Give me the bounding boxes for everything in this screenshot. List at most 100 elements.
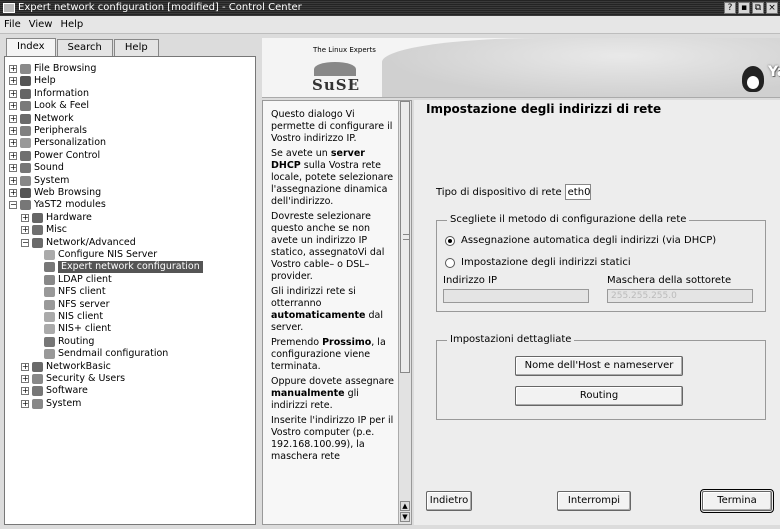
tree-item[interactable]: Routing (33, 336, 94, 348)
tree-item[interactable]: + Software (21, 385, 88, 397)
expand-icon[interactable]: + (9, 65, 17, 73)
radio-static[interactable]: Impostazione degli indirizzi statici (445, 257, 631, 268)
tree-item[interactable]: Sendmail configuration (33, 348, 168, 360)
expand-icon[interactable]: + (9, 127, 17, 135)
expand-icon[interactable]: + (21, 375, 29, 383)
tree-item-label: Network/Advanced (46, 236, 136, 248)
routing-button[interactable]: Routing (515, 386, 683, 406)
back-button[interactable]: Indietro (426, 491, 472, 511)
tree-item[interactable]: + File Browsing (9, 63, 96, 75)
module-icon (44, 324, 55, 335)
tree-item-label: NetworkBasic (46, 360, 111, 372)
expand-icon[interactable]: + (21, 226, 29, 235)
abort-button[interactable]: Interrompi (557, 491, 631, 511)
expand-icon[interactable]: + (9, 176, 17, 185)
scrollbar-thumb[interactable] (400, 101, 410, 373)
tree-item-label: Software (46, 385, 88, 397)
module-icon (20, 188, 31, 198)
expand-icon[interactable]: + (9, 151, 17, 160)
tree-item[interactable]: NFS server (33, 299, 110, 311)
menu-help[interactable]: Help (60, 19, 83, 30)
tree-item-label: Hardware (46, 211, 92, 223)
menu-file[interactable]: File (4, 19, 21, 30)
window-titlebar[interactable]: Expert network configuration [modified] … (0, 0, 780, 16)
tree-item-label: System (46, 397, 82, 409)
module-icon (20, 200, 31, 211)
menu-view[interactable]: View (29, 19, 53, 30)
expand-icon[interactable]: + (21, 387, 29, 396)
tree-item[interactable]: LDAP client (33, 274, 112, 286)
tree-item[interactable]: NIS client (33, 311, 103, 323)
tree-item-label: Sound (34, 162, 64, 174)
tree-item-label: LDAP client (58, 273, 112, 285)
expand-icon[interactable]: + (21, 399, 29, 408)
tree-item[interactable]: + System (9, 175, 69, 187)
tree-item[interactable]: + System (21, 398, 81, 410)
tree-item-label: NIS+ client (58, 323, 112, 335)
help-scrollbar[interactable]: ▲ ▼ (398, 101, 411, 524)
expand-icon[interactable]: + (21, 213, 29, 222)
tree-item[interactable]: + Hardware (21, 212, 92, 224)
tree-item-label: Expert network configuration (58, 261, 203, 274)
tree-item[interactable]: + Peripherals (9, 125, 87, 137)
tab-help[interactable]: Help (113, 39, 159, 56)
maximize-button[interactable]: ⧉ (752, 2, 764, 14)
tree-item[interactable]: + Network (9, 113, 74, 125)
tree-item[interactable]: NIS+ client (33, 323, 111, 335)
tree-item[interactable]: − Network/Advanced (21, 237, 136, 249)
module-tree[interactable]: + File Browsing + Help + Information + Look & F… (4, 56, 256, 525)
suse-logo: SuSE (310, 62, 362, 94)
minimize-button[interactable]: ▪ (738, 2, 750, 14)
tab-search[interactable]: Search (56, 39, 113, 56)
suse-logo-text: SuSE (312, 76, 361, 94)
hostname-nameserver-button[interactable]: Nome dell'Host e nameserver (515, 356, 683, 376)
module-icon (44, 349, 55, 360)
expand-icon[interactable]: + (9, 164, 17, 173)
tree-item-label: NIS client (58, 311, 104, 322)
help-paragraph: Questo dialogo Vi permette di configurar… (271, 109, 393, 144)
tree-item[interactable]: Configure NIS Server (33, 249, 157, 261)
tree-item[interactable]: NFS client (33, 286, 106, 298)
tree-item[interactable]: Expert network configuration (33, 261, 203, 274)
tree-item[interactable]: + Security & Users (21, 373, 125, 385)
collapse-icon[interactable]: − (21, 238, 29, 247)
tree-item[interactable]: + Look & Feel (9, 100, 89, 112)
help-window-button[interactable]: ? (724, 2, 736, 14)
close-button[interactable]: × (766, 2, 778, 14)
collapse-icon[interactable]: − (9, 201, 17, 210)
scroll-up-icon[interactable]: ▲ (400, 501, 410, 511)
tree-item[interactable]: + Web Browsing (9, 187, 101, 199)
tree-item[interactable]: + Personalization (9, 137, 106, 149)
tree-item-label: Routing (58, 335, 95, 347)
module-icon (44, 287, 55, 298)
tree-item[interactable]: + Misc (21, 224, 67, 236)
expand-icon[interactable]: + (9, 89, 17, 98)
tree-item[interactable]: − YaST2 modules (9, 199, 106, 211)
module-icon (32, 386, 43, 397)
expand-icon[interactable]: + (9, 189, 17, 197)
scroll-down-icon[interactable]: ▼ (400, 512, 410, 522)
expand-icon[interactable]: + (9, 102, 17, 111)
expand-icon[interactable]: + (21, 362, 29, 371)
tree-item[interactable]: + NetworkBasic (21, 361, 111, 373)
netmask-field[interactable]: 255.255.255.0 (607, 289, 753, 303)
expand-icon[interactable]: + (9, 139, 17, 148)
expand-icon[interactable]: + (9, 114, 17, 123)
tree-item-label: Sendmail configuration (58, 348, 169, 360)
module-icon (32, 212, 43, 223)
expand-icon[interactable]: + (9, 77, 17, 86)
tree-item[interactable]: + Sound (9, 162, 64, 174)
radio-dhcp[interactable]: Assegnazione automatica degli indirizzi … (445, 235, 716, 246)
sidebar: Index Search Help + File Browsing + Help + In… (4, 38, 256, 525)
device-type-row: Tipo di dispositivo di rete eth0 (436, 184, 591, 200)
tree-item-label: Peripherals (34, 125, 87, 136)
tree-item[interactable]: + Power Control (9, 150, 100, 162)
tree-item[interactable]: + Help (9, 75, 56, 87)
tab-index[interactable]: Index (6, 38, 56, 56)
module-icon (20, 88, 31, 99)
finish-button[interactable]: Termina (700, 489, 774, 513)
device-type-label: Tipo di dispositivo di rete (436, 186, 562, 198)
tree-item-label: File Browsing (34, 63, 97, 74)
tree-item[interactable]: + Information (9, 88, 89, 100)
ip-address-field[interactable] (443, 289, 589, 303)
